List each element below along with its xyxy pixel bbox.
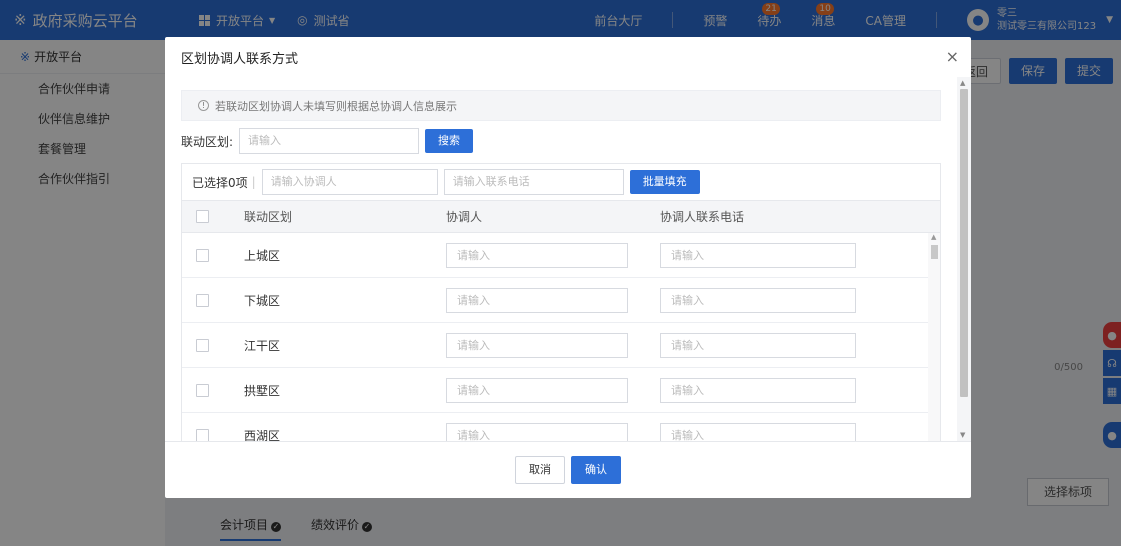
row-checkbox[interactable] [195,428,209,441]
batch-fill-button[interactable]: 批量填充 [629,170,700,194]
close-icon[interactable]: × [946,47,959,66]
selected-count: 已选择0项 [192,175,248,190]
table-scrollbar[interactable]: ▲ [928,233,940,441]
coordinator-table: 联动区划 协调人 协调人联系电话 上城区 请输入 请输入 下城区 请输入 请输入… [181,201,941,441]
row-area: 上城区 [244,248,281,263]
phone-input[interactable]: 请输入 [660,377,856,403]
column-header-area: 联动区划 [244,210,293,224]
select-all-checkbox[interactable] [195,210,209,223]
batch-phone-input[interactable]: 请输入联系电话 [443,169,624,195]
area-search-label: 联动区划: [181,134,234,149]
coordinator-input[interactable]: 请输入 [446,287,628,313]
batch-fill-bar: 已选择0项 | 请输入协调人 请输入联系电话 批量填充 [181,163,941,201]
table-scrollbar-thumb[interactable] [931,245,938,259]
notice-text: 若联动区划协调人未填写则根据总协调人信息展示 [215,99,457,113]
info-icon: ! [198,100,209,111]
row-area: 江干区 [244,338,281,353]
divider: | [251,175,256,189]
dialog-footer: 取消 确认 [165,441,971,498]
coordinator-contact-dialog: 区划协调人联系方式 × ! 若联动区划协调人未填写则根据总协调人信息展示 联动区… [165,37,971,498]
dialog-scrollbar[interactable]: ▲ ▼ [957,77,971,441]
table-row: 下城区 请输入 请输入 [182,278,940,323]
scroll-up-arrow-icon[interactable]: ▲ [931,233,936,241]
row-checkbox[interactable] [195,338,209,352]
column-header-coordinator: 协调人 [446,210,483,224]
row-area: 西湖区 [244,428,281,442]
table-row: 江干区 请输入 请输入 [182,323,940,368]
phone-input[interactable]: 请输入 [660,287,856,313]
phone-input[interactable]: 请输入 [660,332,856,358]
table-header: 联动区划 协调人 协调人联系电话 [182,201,940,233]
coordinator-input[interactable]: 请输入 [446,242,628,268]
area-search-input[interactable]: 请输入 [239,128,420,154]
column-header-phone: 协调人联系电话 [660,210,745,224]
phone-input[interactable]: 请输入 [660,422,856,441]
confirm-button[interactable]: 确认 [571,456,621,484]
info-notice: ! 若联动区划协调人未填写则根据总协调人信息展示 [181,90,941,121]
dialog-body: ! 若联动区划协调人未填写则根据总协调人信息展示 联动区划: 请输入 搜索 已选… [165,77,971,441]
row-area: 拱墅区 [244,383,281,398]
search-button[interactable]: 搜索 [425,129,474,153]
row-checkbox[interactable] [195,383,209,397]
row-area: 下城区 [244,293,281,308]
row-checkbox[interactable] [195,293,209,307]
table-row: 上城区 请输入 请输入 [182,233,940,278]
coordinator-input[interactable]: 请输入 [446,422,628,441]
dialog-title: 区划协调人联系方式 [181,51,299,67]
row-checkbox[interactable] [195,248,209,262]
phone-input[interactable]: 请输入 [660,242,856,268]
table-row: 拱墅区 请输入 请输入 [182,368,940,413]
scroll-up-arrow-icon[interactable]: ▲ [960,79,965,87]
table-row: 西湖区 请输入 请输入 [182,413,940,441]
coordinator-input[interactable]: 请输入 [446,332,628,358]
scroll-down-arrow-icon[interactable]: ▼ [960,431,965,439]
cancel-button[interactable]: 取消 [515,456,565,484]
batch-coordinator-input[interactable]: 请输入协调人 [261,169,438,195]
dialog-scrollbar-thumb[interactable] [960,89,968,397]
coordinator-input[interactable]: 请输入 [446,377,628,403]
